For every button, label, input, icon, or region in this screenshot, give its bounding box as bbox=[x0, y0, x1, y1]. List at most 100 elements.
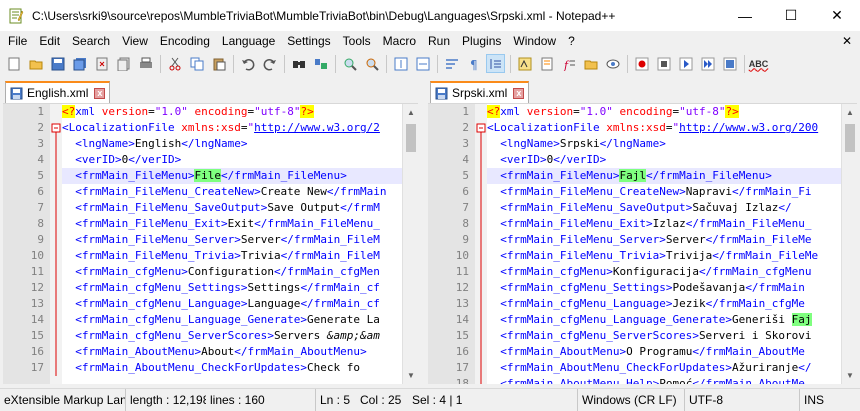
scroll-down-icon[interactable]: ▼ bbox=[403, 367, 418, 384]
code-line[interactable]: <frmMain_cfgMenu_ServerScores>Serveri i … bbox=[487, 328, 841, 344]
code-line[interactable]: <frmMain_AboutMenu_CheckForUpdates>Check… bbox=[62, 360, 402, 376]
menu-encoding[interactable]: Encoding bbox=[154, 31, 216, 51]
print-button[interactable] bbox=[136, 54, 155, 73]
menu-help[interactable]: ? bbox=[562, 31, 581, 51]
code-line[interactable]: <frmMain_FileMenu_Trivia>Trivija</frmMai… bbox=[487, 248, 841, 264]
code-line[interactable]: <frmMain_cfgMenu>Konfiguracija</frmMain_… bbox=[487, 264, 841, 280]
save-button[interactable] bbox=[48, 54, 67, 73]
fold-toggle-icon[interactable] bbox=[475, 120, 487, 136]
code-line[interactable]: <frmMain_FileMenu>Fajl</frmMain_FileMenu… bbox=[487, 168, 841, 184]
tab-english-xml[interactable]: English.xml x bbox=[5, 81, 111, 103]
scroll-up-icon[interactable]: ▲ bbox=[842, 104, 857, 121]
language-button[interactable] bbox=[515, 54, 534, 73]
open-button[interactable] bbox=[26, 54, 45, 73]
code-line[interactable]: <verID>0</verID> bbox=[62, 152, 402, 168]
run-macro-multiple-button[interactable] bbox=[698, 54, 717, 73]
play-macro-button[interactable] bbox=[676, 54, 695, 73]
close-all-button[interactable] bbox=[114, 54, 133, 73]
indent-guide-button[interactable] bbox=[486, 54, 505, 73]
folder-workspace-button[interactable] bbox=[581, 54, 600, 73]
tab-srpski-xml[interactable]: Srpski.xml x bbox=[430, 81, 530, 103]
status-encoding[interactable]: UTF-8 bbox=[685, 388, 800, 411]
menu-file[interactable]: File bbox=[2, 31, 33, 51]
close-document-button[interactable]: ✕ bbox=[842, 31, 852, 51]
code-line[interactable]: <frmMain_FileMenu_Server>Server</frmMain… bbox=[487, 232, 841, 248]
zoom-in-button[interactable] bbox=[340, 54, 359, 73]
code-line[interactable]: <LocalizationFile xmlns:xsd="http://www.… bbox=[62, 120, 402, 136]
new-button[interactable] bbox=[4, 54, 23, 73]
code-line[interactable]: <?xml version="1.0" encoding="utf-8"?> bbox=[62, 104, 402, 120]
menu-settings[interactable]: Settings bbox=[281, 31, 336, 51]
code-line[interactable]: <frmMain_FileMenu_SaveOutput>Save Output… bbox=[62, 200, 402, 216]
code-line[interactable]: <frmMain_FileMenu_Exit>Izlaz</frmMain_Fi… bbox=[487, 216, 841, 232]
close-button[interactable] bbox=[92, 54, 111, 73]
code-line[interactable]: <frmMain_cfgMenu_Language>Jezik</frmMain… bbox=[487, 296, 841, 312]
fold-margin[interactable] bbox=[50, 104, 62, 384]
cut-button[interactable] bbox=[165, 54, 184, 73]
tab-close-icon[interactable]: x bbox=[94, 87, 106, 99]
sync-horizontal-button[interactable] bbox=[413, 54, 432, 73]
code-line[interactable]: <frmMain_AboutMenu>About</frmMain_AboutM… bbox=[62, 344, 402, 360]
vertical-scrollbar[interactable]: ▲ ▼ bbox=[402, 104, 418, 384]
scroll-down-icon[interactable]: ▼ bbox=[842, 367, 857, 384]
sync-vertical-button[interactable] bbox=[391, 54, 410, 73]
show-all-chars-button[interactable]: ¶ bbox=[464, 54, 483, 73]
code-line[interactable]: <frmMain_cfgMenu>Configuration</frmMain_… bbox=[62, 264, 402, 280]
close-window-button[interactable]: ✕ bbox=[814, 0, 860, 31]
record-macro-button[interactable] bbox=[632, 54, 651, 73]
copy-button[interactable] bbox=[187, 54, 206, 73]
code-line[interactable]: <lngName>Srpski</lngName> bbox=[487, 136, 841, 152]
menu-language[interactable]: Language bbox=[216, 31, 281, 51]
stop-record-button[interactable] bbox=[654, 54, 673, 73]
code-line[interactable]: <lngName>English</lngName> bbox=[62, 136, 402, 152]
right-editor[interactable]: 1 2 3 4 5 6 7 8 9 10 11 12 13 14 15 16 17 18 <?xml versio… bbox=[428, 103, 857, 384]
zoom-out-button[interactable] bbox=[362, 54, 381, 73]
code-line[interactable]: <LocalizationFile xmlns:xsd="http://www.… bbox=[487, 120, 841, 136]
scroll-thumb[interactable] bbox=[406, 124, 416, 152]
code-line[interactable]: <frmMain_AboutMenu_CheckForUpdates>Ažuri… bbox=[487, 360, 841, 376]
function-list-button[interactable]: f bbox=[559, 54, 578, 73]
pane-splitter[interactable] bbox=[418, 79, 428, 384]
code-line[interactable]: <frmMain_FileMenu_CreateNew>Napravi</frm… bbox=[487, 184, 841, 200]
save-all-button[interactable] bbox=[70, 54, 89, 73]
code-line[interactable]: <frmMain_cfgMenu_Language>Language</frmM… bbox=[62, 296, 402, 312]
save-macro-button[interactable] bbox=[720, 54, 739, 73]
code-line[interactable]: <frmMain_FileMenu_SaveOutput>Sačuvaj Izl… bbox=[487, 200, 841, 216]
spell-check-button[interactable]: ABC bbox=[749, 54, 769, 73]
menu-macro[interactable]: Macro bbox=[377, 31, 422, 51]
scroll-up-icon[interactable]: ▲ bbox=[403, 104, 418, 121]
code-line[interactable]: <frmMain_cfgMenu_Language_Generate>Gener… bbox=[62, 312, 402, 328]
code-line[interactable]: <frmMain_FileMenu_Trivia>Trivia</frmMain… bbox=[62, 248, 402, 264]
menu-search[interactable]: Search bbox=[66, 31, 116, 51]
maximize-button[interactable]: ☐ bbox=[768, 0, 814, 31]
replace-button[interactable] bbox=[311, 54, 330, 73]
code-line[interactable]: <frmMain_FileMenu>File</frmMain_FileMenu… bbox=[62, 168, 402, 184]
code-area[interactable]: <?xml version="1.0" encoding="utf-8"?> <L… bbox=[62, 104, 402, 384]
menu-view[interactable]: View bbox=[116, 31, 154, 51]
code-line[interactable]: <frmMain_AboutMenu_Help>Pomoć</frmMain_A… bbox=[487, 376, 841, 384]
code-line[interactable]: <frmMain_cfgMenu_Settings>Settings</frmM… bbox=[62, 280, 402, 296]
code-line[interactable]: <frmMain_cfgMenu_ServerScores>Servers &a… bbox=[62, 328, 402, 344]
code-line[interactable]: <frmMain_cfgMenu_Settings>Podešavanja</f… bbox=[487, 280, 841, 296]
code-line[interactable]: <verID>0</verID> bbox=[487, 152, 841, 168]
code-line[interactable]: <?xml version="1.0" encoding="utf-8"?> bbox=[487, 104, 841, 120]
fold-margin[interactable] bbox=[475, 104, 487, 384]
menu-tools[interactable]: Tools bbox=[337, 31, 377, 51]
fold-toggle-icon[interactable] bbox=[50, 120, 62, 136]
menu-window[interactable]: Window bbox=[507, 31, 562, 51]
code-area[interactable]: <?xml version="1.0" encoding="utf-8"?> <L… bbox=[487, 104, 841, 384]
code-line[interactable]: <frmMain_AboutMenu>O Programu</frmMain_A… bbox=[487, 344, 841, 360]
find-button[interactable] bbox=[289, 54, 308, 73]
code-line[interactable]: <frmMain_FileMenu_Exit>Exit</frmMain_Fil… bbox=[62, 216, 402, 232]
word-wrap-button[interactable] bbox=[442, 54, 461, 73]
tab-close-icon[interactable]: x bbox=[513, 87, 525, 99]
code-line[interactable]: <frmMain_FileMenu_Server>Server</frmMain… bbox=[62, 232, 402, 248]
code-line[interactable]: <frmMain_cfgMenu_Language_Generate>Gener… bbox=[487, 312, 841, 328]
menu-run[interactable]: Run bbox=[422, 31, 456, 51]
doc-map-button[interactable] bbox=[537, 54, 556, 73]
paste-button[interactable] bbox=[209, 54, 228, 73]
left-editor[interactable]: 1 2 3 4 5 6 7 8 9 10 11 12 13 14 15 16 17 <?xml version=… bbox=[3, 103, 418, 384]
status-eol[interactable]: Windows (CR LF) bbox=[578, 388, 685, 411]
code-line[interactable]: <frmMain_FileMenu_CreateNew>Create New</… bbox=[62, 184, 402, 200]
menu-edit[interactable]: Edit bbox=[33, 31, 66, 51]
